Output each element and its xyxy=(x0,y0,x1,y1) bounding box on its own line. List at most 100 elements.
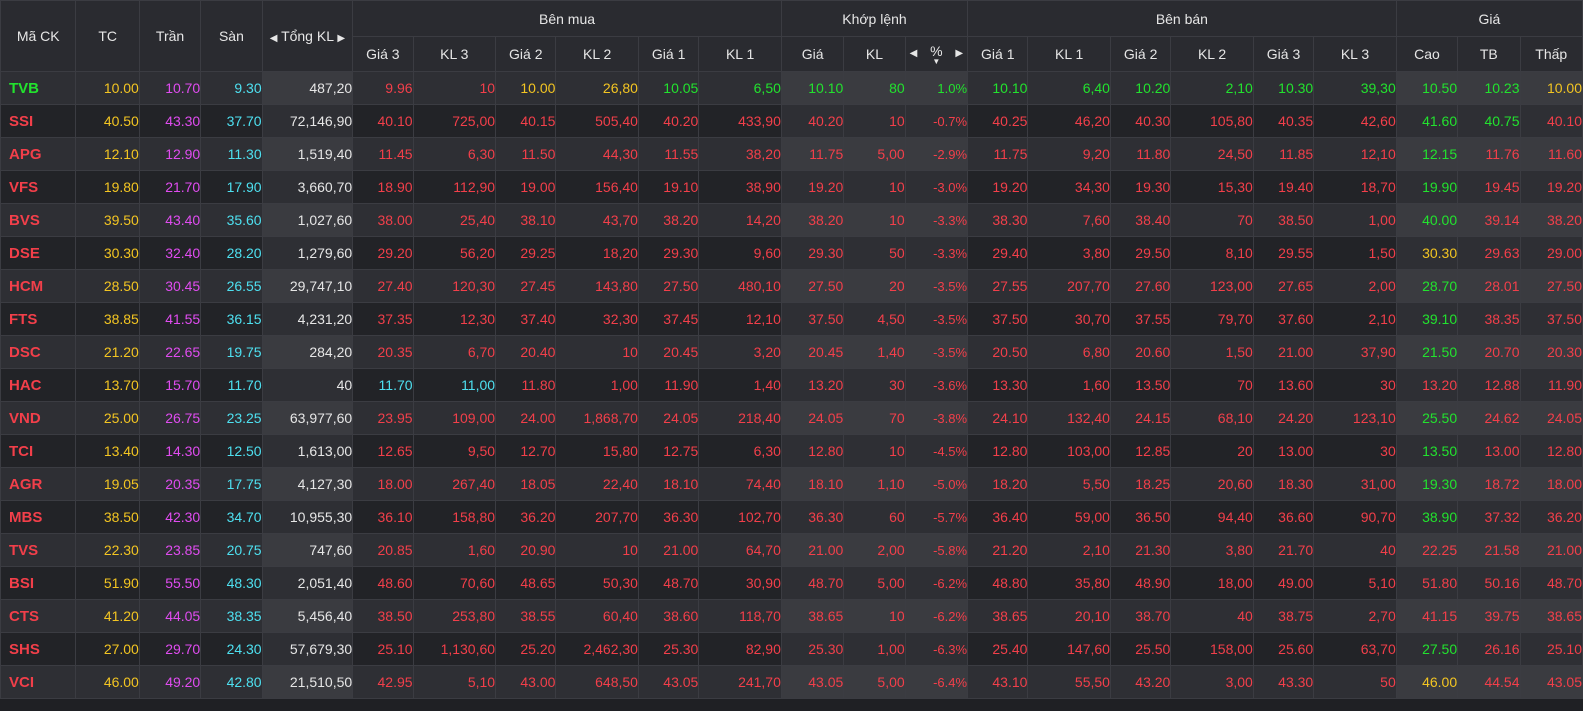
symbol-cell[interactable]: VFS xyxy=(0,170,77,204)
table-row[interactable]: APG 12.10 12.90 11.30 1,519,40 11.45 6,30 11.50… xyxy=(0,137,1583,171)
buy-price-3-cell: 27.40 xyxy=(352,269,414,303)
caret-right-icon[interactable]: ▶ xyxy=(337,33,345,44)
header-match-kl[interactable]: KL xyxy=(843,36,906,72)
table-row[interactable]: HAC 13.70 15.70 11.70 40 11.70 11,00 11.80 1,00 1… xyxy=(0,368,1583,402)
symbol-cell[interactable]: HAC xyxy=(0,368,77,402)
buy-price-3-cell: 48.60 xyxy=(352,566,414,600)
symbol-cell[interactable]: VND xyxy=(0,401,77,435)
total-volume-cell: 1,027,60 xyxy=(261,203,354,237)
header-sell-gia-2[interactable]: Giá 2 xyxy=(1109,36,1172,72)
floor-price-cell: 17.75 xyxy=(200,467,263,501)
ceiling-price-cell: 26.75 xyxy=(138,401,202,435)
header-san[interactable]: Sàn xyxy=(200,0,263,72)
floor-price-cell: 36.15 xyxy=(200,302,263,336)
table-row[interactable]: VND 25.00 26.75 23.25 63,977,60 23.95 109,00 24… xyxy=(0,401,1583,435)
buy-volume-3-cell: 11,00 xyxy=(412,368,497,402)
avg-price-cell: 10.23 xyxy=(1457,71,1521,105)
header-thap[interactable]: Thấp xyxy=(1519,36,1583,72)
table-row[interactable]: AGR 19.05 20.35 17.75 4,127,30 18.00 267,40 18.… xyxy=(0,467,1583,501)
table-row[interactable]: FTS 38.85 41.55 36.15 4,231,20 37.35 12,30 37.4… xyxy=(0,302,1583,336)
header-sell-kl-3[interactable]: KL 3 xyxy=(1313,36,1397,72)
header-sell-kl-1[interactable]: KL 1 xyxy=(1027,36,1111,72)
header-tong-kl[interactable]: ◀ Tổng KL ▶ xyxy=(261,0,354,72)
header-sell-gia-3[interactable]: Giá 3 xyxy=(1252,36,1315,72)
buy-price-3-cell: 11.70 xyxy=(352,368,414,402)
header-ma-ck[interactable]: Mã CK xyxy=(0,0,77,72)
header-buy-gia-1[interactable]: Giá 1 xyxy=(637,36,700,72)
buy-price-1-cell: 38.60 xyxy=(637,599,700,633)
caret-left-icon[interactable]: ◀ xyxy=(910,48,918,59)
header-tb[interactable]: TB xyxy=(1457,36,1521,72)
group-ben-ban: Bên bán xyxy=(967,0,1397,37)
table-row[interactable]: TCI 13.40 14.30 12.50 1,613,00 12.65 9,50 12.70… xyxy=(0,434,1583,468)
buy-price-2-cell: 24.00 xyxy=(495,401,557,435)
sell-price-2-cell: 25.50 xyxy=(1109,632,1172,666)
caret-right-icon[interactable]: ▶ xyxy=(955,48,963,59)
buy-price-1-cell: 11.90 xyxy=(637,368,700,402)
header-buy-gia-3[interactable]: Giá 3 xyxy=(352,36,414,72)
header-buy-kl-3[interactable]: KL 3 xyxy=(412,36,497,72)
table-row[interactable]: SSI 40.50 43.30 37.70 72,146,90 40.10 725,00 40… xyxy=(0,104,1583,138)
table-row[interactable]: HCM 28.50 30.45 26.55 29,747,10 27.40 120,30 27… xyxy=(0,269,1583,303)
header-sell-gia-1[interactable]: Giá 1 xyxy=(967,36,1029,72)
symbol-cell[interactable]: APG xyxy=(0,137,77,171)
symbol-cell[interactable]: VCI xyxy=(0,665,77,699)
header-buy-kl-1[interactable]: KL 1 xyxy=(698,36,782,72)
symbol-cell[interactable]: DSE xyxy=(0,236,77,270)
buy-volume-1-cell: 218,40 xyxy=(698,401,782,435)
table-row[interactable]: CTS 41.20 44.05 38.35 5,456,40 38.50 253,80 38.… xyxy=(0,599,1583,633)
match-change-pct-cell: -4.5% xyxy=(904,434,969,468)
symbol-cell[interactable]: DSC xyxy=(0,335,77,369)
symbol-cell[interactable]: TVS xyxy=(0,533,77,567)
table-row[interactable]: BVS 39.50 43.40 35.60 1,027,60 38.00 25,40 38.1… xyxy=(0,203,1583,237)
symbol-cell[interactable]: AGR xyxy=(0,467,77,501)
avg-price-cell: 29.63 xyxy=(1457,236,1521,270)
buy-price-2-cell: 12.70 xyxy=(495,434,557,468)
sell-volume-2-cell: 20,60 xyxy=(1170,467,1254,501)
low-price-cell: 48.70 xyxy=(1519,566,1583,600)
table-row[interactable]: MBS 38.50 42.30 34.70 10,955,30 36.10 158,80 36… xyxy=(0,500,1583,534)
header-match-gia[interactable]: Giá xyxy=(780,36,845,72)
buy-price-3-cell: 9.96 xyxy=(352,71,414,105)
high-price-cell: 12.15 xyxy=(1395,137,1459,171)
buy-volume-1-cell: 480,10 xyxy=(698,269,782,303)
table-row[interactable]: BSI 51.90 55.50 48.30 2,051,40 48.60 70,60 48.6… xyxy=(0,566,1583,600)
low-price-cell: 36.20 xyxy=(1519,500,1583,534)
symbol-cell[interactable]: SSI xyxy=(0,104,77,138)
symbol-cell[interactable]: MBS xyxy=(0,500,77,534)
symbol-cell[interactable]: SHS xyxy=(0,632,77,666)
header-tran[interactable]: Trần xyxy=(138,0,202,72)
match-change-pct-cell: -3.6% xyxy=(904,368,969,402)
header-buy-gia-2[interactable]: Giá 2 xyxy=(495,36,557,72)
total-volume-cell: 21,510,50 xyxy=(261,665,354,699)
table-row[interactable]: DSE 30.30 32.40 28.20 1,279,60 29.20 56,20 29.2… xyxy=(0,236,1583,270)
symbol-cell[interactable]: TCI xyxy=(0,434,77,468)
buy-volume-2-cell: 505,40 xyxy=(555,104,639,138)
header-tc[interactable]: TC xyxy=(75,0,140,72)
ref-price-cell: 19.80 xyxy=(75,170,140,204)
table-row[interactable]: DSC 21.20 22.65 19.75 284,20 20.35 6,70 20.40 10… xyxy=(0,335,1583,369)
buy-volume-3-cell: 5,10 xyxy=(412,665,497,699)
table-row[interactable]: SHS 27.00 29.70 24.30 57,679,30 25.10 1,130,60… xyxy=(0,632,1583,666)
table-row[interactable]: VCI 46.00 49.20 42.80 21,510,50 42.95 5,10 43.0… xyxy=(0,665,1583,699)
match-change-pct-cell: -5.7% xyxy=(904,500,969,534)
match-change-pct-cell: -5.0% xyxy=(904,467,969,501)
symbol-cell[interactable]: TVB xyxy=(0,71,77,105)
match-change-pct-cell: -3.3% xyxy=(904,203,969,237)
symbol-cell[interactable]: HCM xyxy=(0,269,77,303)
table-row[interactable]: TVS 22.30 23.85 20.75 747,60 20.85 1,60 20.90 10… xyxy=(0,533,1583,567)
table-row[interactable]: TVB 10.00 10.70 9.30 487,20 9.96 10 10.00 26,80 1… xyxy=(0,71,1583,105)
header-cao[interactable]: Cao xyxy=(1395,36,1459,72)
symbol-cell[interactable]: FTS xyxy=(0,302,77,336)
header-match-pct[interactable]: ◀ % ▼ ▶ xyxy=(904,36,969,72)
match-price-cell: 12.80 xyxy=(780,434,845,468)
symbol-cell[interactable]: BVS xyxy=(0,203,77,237)
caret-left-icon[interactable]: ◀ xyxy=(270,33,278,44)
table-row[interactable]: VFS 19.80 21.70 17.90 3,660,70 18.90 112,90 19.… xyxy=(0,170,1583,204)
symbol-cell[interactable]: CTS xyxy=(0,599,77,633)
header-buy-kl-2[interactable]: KL 2 xyxy=(555,36,639,72)
symbol-cell[interactable]: BSI xyxy=(0,566,77,600)
header-sell-kl-2[interactable]: KL 2 xyxy=(1170,36,1254,72)
floor-price-cell: 11.70 xyxy=(200,368,263,402)
sell-price-3-cell: 19.40 xyxy=(1252,170,1315,204)
